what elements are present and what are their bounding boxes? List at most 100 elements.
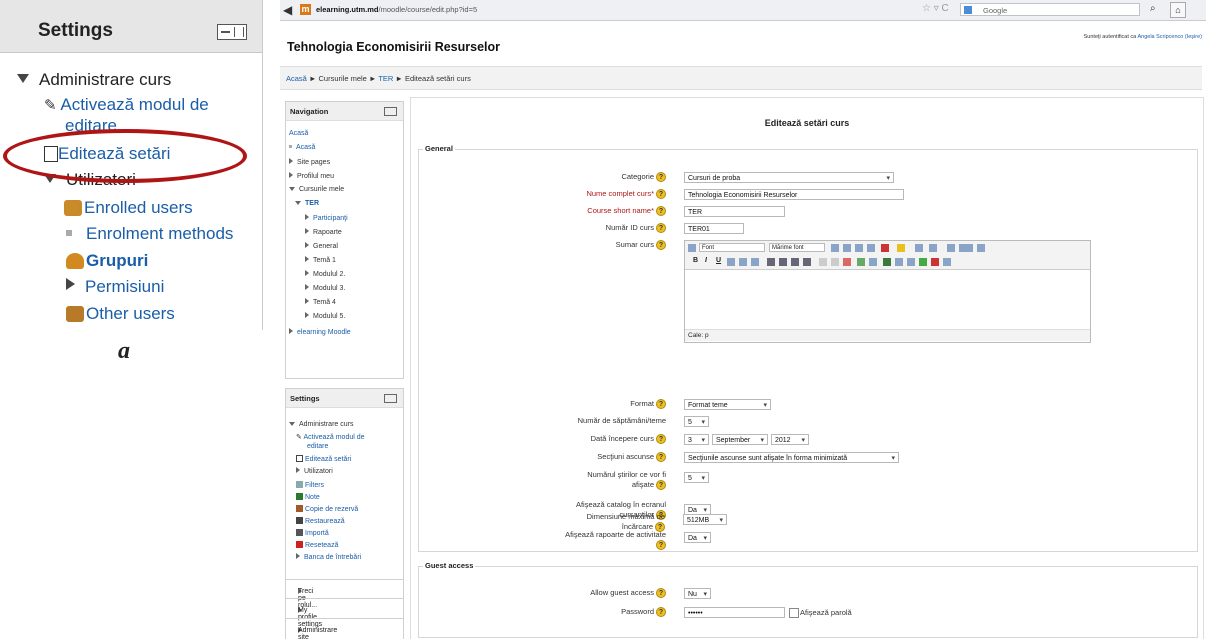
help-icon[interactable]: ? bbox=[656, 240, 666, 250]
set-banca[interactable]: Banca de întrebări bbox=[304, 554, 361, 561]
nav-modul5[interactable]: Modulul 5. bbox=[313, 313, 345, 320]
undo-icon[interactable] bbox=[819, 258, 827, 266]
set-restaureaza[interactable]: Restaurează bbox=[305, 518, 345, 525]
help-icon[interactable]: ? bbox=[656, 588, 666, 598]
paste-icon[interactable] bbox=[869, 258, 877, 266]
breadcrumb-course[interactable]: TER bbox=[378, 74, 393, 83]
table-icon[interactable] bbox=[943, 258, 951, 266]
set-administrare[interactable]: Administrare curs bbox=[299, 421, 353, 428]
help-icon[interactable]: ? bbox=[656, 607, 666, 617]
nav-general[interactable]: General bbox=[313, 243, 338, 250]
search-engine-box[interactable]: Google bbox=[960, 3, 1140, 16]
underline-icon[interactable]: U bbox=[716, 257, 721, 264]
nav-home-2[interactable]: Acasă bbox=[296, 144, 315, 151]
font-select[interactable]: Font bbox=[699, 243, 765, 252]
saptamani-select[interactable]: 5 bbox=[684, 416, 709, 427]
help-icon[interactable]: ? bbox=[656, 399, 666, 409]
help-icon[interactable]: ? bbox=[656, 434, 666, 444]
zoom-item-grupuri[interactable]: Grupuri bbox=[66, 251, 148, 271]
nav-tema1[interactable]: Temă 1 bbox=[313, 257, 336, 264]
help-icon[interactable]: ? bbox=[655, 522, 665, 532]
nav-participants[interactable]: Participanţi bbox=[313, 215, 348, 222]
nav-home[interactable]: Acasă bbox=[289, 130, 308, 137]
breadcrumb-home[interactable]: Acasă bbox=[286, 74, 307, 83]
format-select[interactable]: Format teme bbox=[684, 399, 771, 410]
nav-elearning[interactable]: elearning Moodle bbox=[297, 329, 351, 336]
nav-site-pages[interactable]: Site pages bbox=[297, 159, 330, 166]
logout-link[interactable]: (Ieşire) bbox=[1185, 34, 1202, 40]
align-justify-icon[interactable] bbox=[803, 258, 811, 266]
indent-icon[interactable] bbox=[867, 244, 875, 252]
nav-tema4[interactable]: Temă 4 bbox=[313, 299, 336, 306]
strike-icon[interactable] bbox=[727, 258, 735, 266]
link-icon[interactable] bbox=[915, 244, 923, 252]
italic-icon[interactable]: I bbox=[705, 257, 707, 264]
set-admin-site[interactable]: Administrare site bbox=[298, 627, 337, 639]
text-color-icon[interactable] bbox=[881, 244, 889, 252]
zoom-item-enrolled[interactable]: Enrolled users bbox=[64, 198, 193, 218]
help-icon[interactable]: ? bbox=[656, 172, 666, 182]
equation-icon[interactable] bbox=[895, 258, 903, 266]
redo-icon[interactable] bbox=[831, 258, 839, 266]
bold-icon[interactable]: B bbox=[693, 257, 698, 264]
sectiuni-select[interactable]: Secţiunile ascunse sunt afişate în forma… bbox=[684, 452, 899, 463]
superscript-icon[interactable] bbox=[751, 258, 759, 266]
zoom-item-other[interactable]: Other users bbox=[66, 304, 175, 324]
rapoarte-select[interactable]: Da bbox=[684, 532, 711, 543]
help-icon[interactable]: ? bbox=[656, 480, 666, 490]
id-input[interactable]: TER01 bbox=[684, 223, 744, 234]
numbered-list-icon[interactable] bbox=[843, 244, 851, 252]
back-arrow-icon[interactable]: ◀ bbox=[283, 3, 292, 17]
font-size-select[interactable]: Mărime font bbox=[769, 243, 825, 252]
align-left-icon[interactable] bbox=[767, 258, 775, 266]
html-icon[interactable] bbox=[959, 244, 973, 252]
zoom-item-administrare[interactable]: Administrare curs bbox=[17, 70, 171, 90]
allow-guest-select[interactable]: Nu bbox=[684, 588, 711, 599]
set-utilizatori[interactable]: Utilizatori bbox=[304, 468, 333, 475]
editor-styles-icon[interactable] bbox=[688, 244, 696, 252]
short-name-input[interactable]: TER bbox=[684, 206, 785, 217]
set-activeaza[interactable]: Activează modul de bbox=[303, 434, 364, 441]
help-icon[interactable]: ? bbox=[656, 223, 666, 233]
password-input[interactable]: •••••• bbox=[684, 607, 785, 618]
nume-input[interactable]: Tehnologia Economisirii Resurselor bbox=[684, 189, 904, 200]
spellcheck-icon[interactable] bbox=[919, 258, 927, 266]
nav-course[interactable]: TER bbox=[305, 200, 319, 207]
set-note[interactable]: Note bbox=[305, 494, 320, 501]
align-center-icon[interactable] bbox=[779, 258, 787, 266]
help-icon[interactable]: ? bbox=[656, 189, 666, 199]
cleanup-icon[interactable] bbox=[883, 258, 891, 266]
nav-modul3[interactable]: Modulul 3. bbox=[313, 285, 345, 292]
unlink-icon[interactable] bbox=[843, 258, 851, 266]
nav-profile[interactable]: Profilul meu bbox=[297, 173, 334, 180]
fullscreen-icon[interactable] bbox=[977, 244, 985, 252]
dock-icon[interactable] bbox=[384, 107, 397, 116]
set-editeaza[interactable]: Editează setări bbox=[305, 456, 351, 463]
nav-reports[interactable]: Rapoarte bbox=[313, 229, 342, 236]
editor-content-area[interactable] bbox=[685, 269, 1090, 331]
subscript-icon[interactable] bbox=[739, 258, 747, 266]
help-icon[interactable]: ? bbox=[656, 206, 666, 216]
dock-block-icon[interactable] bbox=[217, 24, 247, 40]
char-map-icon[interactable] bbox=[907, 258, 915, 266]
nav-my-courses[interactable]: Cursurile mele bbox=[299, 186, 344, 193]
search-icon[interactable]: ⌕ bbox=[1150, 3, 1156, 14]
anchor-icon[interactable] bbox=[929, 244, 937, 252]
day-select[interactable]: 3 bbox=[684, 434, 709, 445]
year-select[interactable]: 2012 bbox=[771, 434, 809, 445]
categorie-select[interactable]: Cursuri de proba bbox=[684, 172, 894, 183]
bookmark-star-icon[interactable]: ☆ ▿ C bbox=[922, 3, 949, 14]
media-icon[interactable] bbox=[857, 258, 865, 266]
highlight-icon[interactable] bbox=[897, 244, 905, 252]
show-password-checkbox[interactable] bbox=[789, 608, 799, 618]
zoom-item-activeaza[interactable]: ✎ Activează modul de bbox=[44, 95, 209, 115]
url-field[interactable]: elearning.utm.md/moodle/course/edit.php?… bbox=[316, 5, 477, 14]
image-icon[interactable] bbox=[947, 244, 955, 252]
dimensiune-select[interactable]: 512MB bbox=[683, 514, 727, 525]
align-right-icon[interactable] bbox=[791, 258, 799, 266]
stiri-select[interactable]: 5 bbox=[684, 472, 709, 483]
home-icon[interactable]: ⌂ bbox=[1170, 2, 1186, 18]
bullet-list-icon[interactable] bbox=[831, 244, 839, 252]
breadcrumb-courses[interactable]: Cursurile mele bbox=[318, 74, 366, 83]
set-copie[interactable]: Copie de rezervă bbox=[305, 506, 358, 513]
